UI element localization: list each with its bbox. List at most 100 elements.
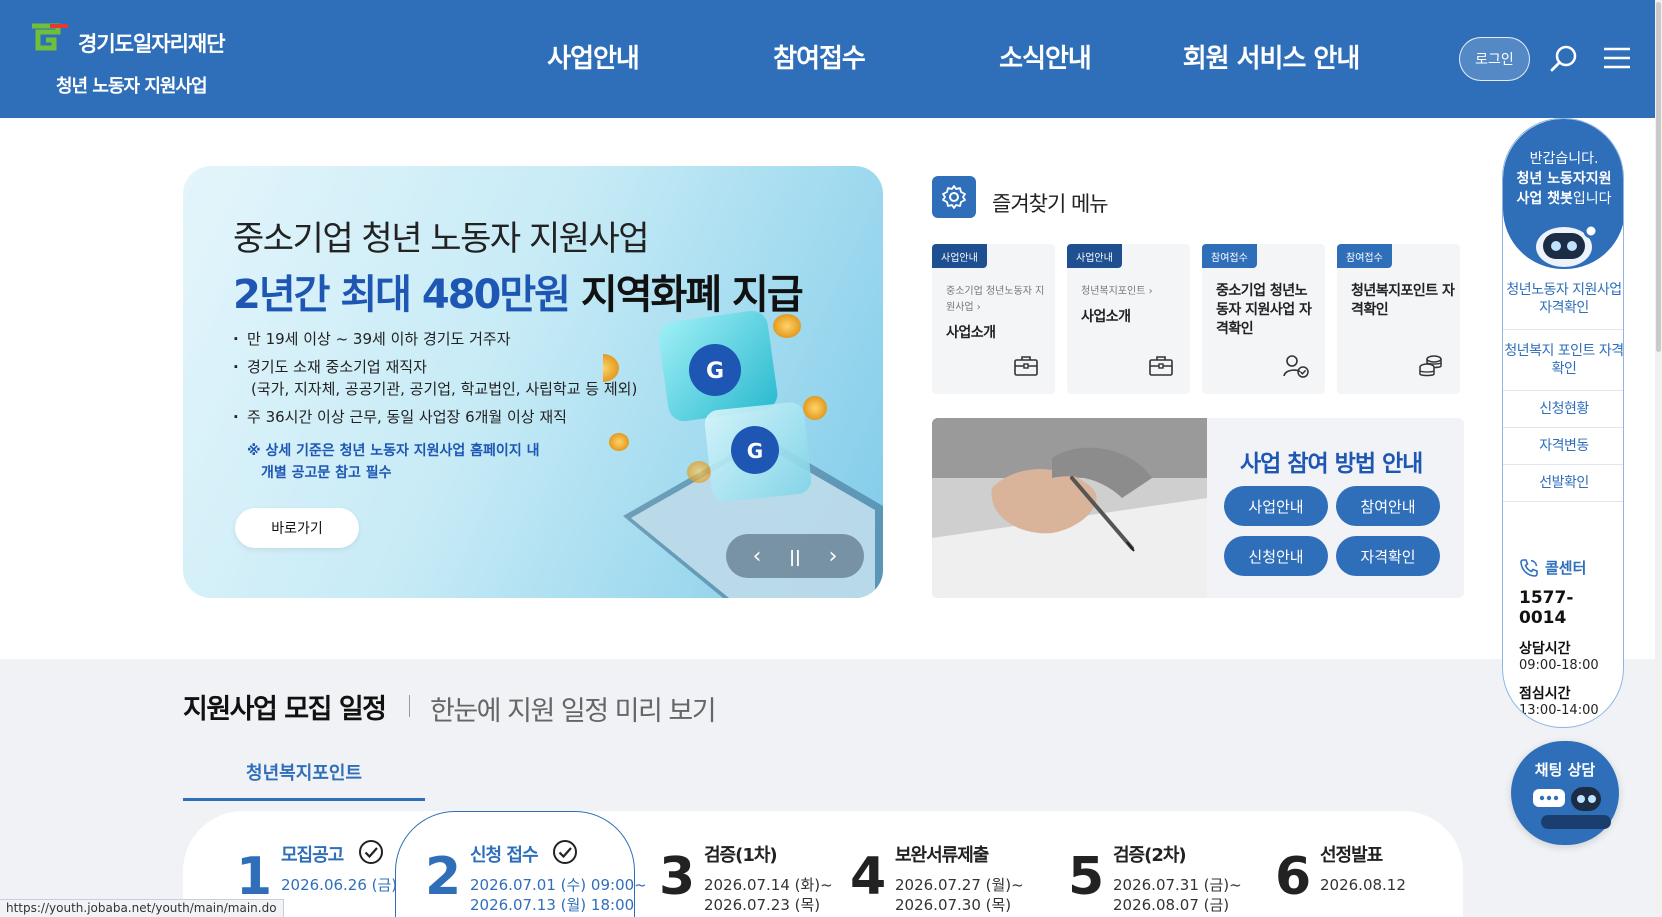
callcenter-label: 콜센터 — [1545, 559, 1587, 577]
participation-guide: 사업 참여 방법 안내 사업안내 참여안내 신청안내 자격확인 — [932, 418, 1464, 598]
writing-hand-photo — [932, 418, 1207, 598]
callcenter-header: 콜센터 — [1519, 557, 1619, 578]
banner-prev-button[interactable]: ‹ — [743, 544, 771, 569]
banner-headline-amount: 2년간 최대 480만원 — [233, 272, 571, 318]
favorite-card-welfare-eligibility[interactable]: 참여접수 청년복지포인트 자격확인 — [1337, 244, 1460, 394]
guide-eligibility-button[interactable]: 자격확인 — [1336, 536, 1440, 576]
coins-icon — [1419, 355, 1442, 377]
phone-icon — [1520, 558, 1538, 577]
page: 경기도일자리재단 청년 노동자 지원사업 사업안내 참여접수 소식안내 회원 서… — [0, 0, 1662, 917]
callcenter-number[interactable]: 1577-0014 — [1519, 588, 1619, 628]
favorite-card-tag: 사업안내 — [1067, 244, 1122, 268]
step-number: 3 — [659, 847, 696, 907]
consult-hours: 09:00-18:00 — [1519, 658, 1599, 673]
banner-criteria-list: 만 19세 이상 ~ 39세 이하 경기도 거주자 경기도 소재 중소기업 재직… — [233, 328, 637, 434]
favorite-card-tag: 참여접수 — [1202, 244, 1257, 268]
nav-member-service[interactable]: 회원 서비스 안내 — [1158, 38, 1384, 75]
chat-consult-label: 채팅 상담 — [1534, 761, 1596, 779]
quick-link-application-status[interactable]: 신청현황 — [1503, 391, 1623, 428]
guide-buttons: 사업안내 참여안내 신청안내 자격확인 — [1224, 486, 1444, 576]
step-name: 보완서류제출 — [895, 845, 989, 866]
chatbot-robot-icon — [1536, 223, 1599, 267]
guide-title: 사업 참여 방법 안내 — [1240, 451, 1423, 477]
schedule-section: 지원사업 모집 일정 한눈에 지원 일정 미리 보기 청년복지포인트 1 모집공… — [0, 659, 1655, 917]
banner-criteria-age: 만 19세 이상 ~ 39세 이하 경기도 거주자 — [233, 328, 637, 350]
briefcase-icon — [1014, 356, 1038, 376]
banner-note-line1: ※ 상세 기준은 청년 노동자 지원사업 홈페이지 내 — [247, 443, 540, 459]
banner-pause-button[interactable]: || — [781, 547, 809, 566]
user-check-icon — [1283, 355, 1309, 378]
favorite-card-label: 중소기업 청년노동자 지원사업 자격확인 — [1216, 283, 1312, 337]
quick-menu-panel: 반갑습니다. 청년 노동자지원 사업 챗봇입니다 청년노동자 지원사업 자격확인… — [1502, 118, 1624, 728]
favorite-card-welfare-intro[interactable]: 사업안내 청년복지포인트 › 사업소개 — [1067, 244, 1190, 394]
hamburger-menu-icon[interactable] — [1602, 44, 1632, 72]
site-logo[interactable]: 경기도일자리재단 청년 노동자 지원사업 — [28, 20, 248, 100]
quick-link-welfare-eligibility[interactable]: 청년복지 포인트 자격확인 — [1503, 330, 1623, 391]
greeting-line3-bold: 사업 챗봇 — [1516, 191, 1573, 207]
guide-business-info-button[interactable]: 사업안내 — [1224, 486, 1328, 526]
chat-input-bar — [1541, 815, 1611, 829]
main-banner: 중소기업 청년 노동자 지원사업 2년간 최대 480만원 지역화폐 지급 만 … — [183, 166, 883, 598]
search-icon[interactable] — [1548, 42, 1582, 76]
step-number: 1 — [236, 847, 273, 907]
greeting-line2: 청년 노동자지원 — [1516, 171, 1612, 187]
step-date-end: 2026.07.23 (목) — [704, 896, 821, 914]
banner-title: 중소기업 청년 노동자 지원사업 — [233, 219, 650, 259]
browser-status-url: https://youth.jobaba.net/youth/main/main… — [0, 899, 284, 917]
favorite-card-sme-eligibility[interactable]: 참여접수 중소기업 청년노동자 지원사업 자격확인 — [1202, 244, 1325, 394]
site-header: 경기도일자리재단 청년 노동자 지원사업 사업안내 참여접수 소식안내 회원 서… — [0, 0, 1655, 118]
login-button[interactable]: 로그인 — [1459, 37, 1530, 81]
favorite-card-label: 사업소개 — [1081, 309, 1131, 325]
schedule-step-4: 4 보완서류제출 2026.07.27 (월)~ 2026.07.30 (목) — [850, 839, 1040, 917]
favorite-card-sme-intro[interactable]: 사업안내 중소기업 청년노동자 지원사업 › 사업소개 — [932, 244, 1055, 394]
guide-application-button[interactable]: 신청안내 — [1224, 536, 1328, 576]
favorite-card-label: 청년복지포인트 자격확인 — [1351, 283, 1455, 318]
lunch-hours-label: 점심시간 — [1519, 686, 1571, 702]
banner-note: ※ 상세 기준은 청년 노동자 지원사업 홈페이지 내 개별 공고문 참고 필수 — [247, 440, 539, 484]
guide-participation-button[interactable]: 참여안내 — [1336, 486, 1440, 526]
step-date: 2026.07.14 (화)~ 2026.07.23 (목) — [704, 875, 833, 915]
callcenter-info: 콜센터 1577-0014 상담시간 09:00-18:00 점심시간 13:0… — [1519, 557, 1619, 718]
schedule-title: 지원사업 모집 일정 — [183, 694, 387, 725]
greeting-line3-rest: 입니다 — [1572, 191, 1612, 207]
banner-next-button[interactable]: › — [819, 544, 847, 569]
banner-slider-controls: ‹ || › — [726, 534, 864, 578]
logo-name: 경기도일자리재단 — [78, 32, 226, 56]
quick-link-eligibility-change[interactable]: 자격변동 — [1503, 428, 1623, 465]
favorite-card-label: 사업소개 — [946, 325, 996, 341]
lunch-hours: 13:00-14:00 — [1519, 703, 1599, 718]
chat-bubble-robot-icon — [1533, 787, 1601, 811]
banner-criteria-exclusions: (국가, 지자체, 공공기관, 공기업, 학교법인, 사립학교 등 제외) — [251, 380, 638, 398]
step-date-end: 2026.07.30 (목) — [895, 896, 1012, 914]
chatbot-greeting[interactable]: 반갑습니다. 청년 노동자지원 사업 챗봇입니다 — [1503, 119, 1623, 269]
quick-link-selection-check[interactable]: 선발확인 — [1503, 465, 1623, 502]
banner-shortcut-button[interactable]: 바로가기 — [235, 508, 359, 548]
step-number: 5 — [1068, 847, 1105, 907]
step-date: 2026.07.27 (월)~ 2026.07.30 (목) — [895, 875, 1024, 915]
step-date-start: 2026.07.01 (수) 09:00~ — [470, 876, 647, 894]
schedule-step-3: 3 검증(1차) 2026.07.14 (화)~ 2026.07.23 (목) — [659, 839, 833, 917]
favorite-card-tag: 사업안내 — [932, 244, 987, 268]
banner-note-line2: 개별 공고문 참고 필수 — [261, 465, 392, 481]
main-navigation: 사업안내 참여접수 소식안내 회원 서비스 안내 — [480, 38, 1384, 75]
schedule-step-2: 2 신청 접수 2026.07.01 (수) 09:00~ 2026.07.13… — [425, 839, 647, 917]
chatbot-greeting-text: 반갑습니다. 청년 노동자지원 사업 챗봇입니다 — [1503, 149, 1623, 209]
briefcase-icon — [1149, 356, 1173, 376]
step-name: 검증(2차) — [1113, 845, 1187, 866]
step-date-start: 2026.07.31 (금)~ — [1113, 876, 1242, 894]
nav-application[interactable]: 참여접수 — [706, 38, 932, 75]
schedule-step-5: 5 검증(2차) 2026.07.31 (금)~ 2026.08.07 (금) — [1068, 839, 1248, 917]
schedule-divider — [409, 695, 410, 717]
step-date: 2026.06.26 (금) — [281, 876, 398, 894]
tab-youth-welfare-point[interactable]: 청년복지포인트 — [183, 759, 425, 801]
favorite-card-category: 중소기업 청년노동자 지원사업 › — [946, 286, 1045, 313]
quick-link-sme-eligibility[interactable]: 청년노동자 지원사업 자격확인 — [1503, 269, 1623, 330]
step-date-start: 2026.07.27 (월)~ — [895, 876, 1024, 894]
quick-links: 청년노동자 지원사업 자격확인 청년복지 포인트 자격확인 신청현황 자격변동 … — [1503, 269, 1623, 502]
chat-consult-button[interactable]: 채팅 상담 — [1511, 741, 1619, 845]
step-name: 선정발표 — [1320, 845, 1383, 866]
nav-news[interactable]: 소식안내 — [932, 38, 1158, 75]
nav-business-info[interactable]: 사업안내 — [480, 38, 706, 75]
scrollbar-thumb[interactable] — [1656, 2, 1661, 352]
consult-hours-label: 상담시간 — [1519, 641, 1571, 657]
